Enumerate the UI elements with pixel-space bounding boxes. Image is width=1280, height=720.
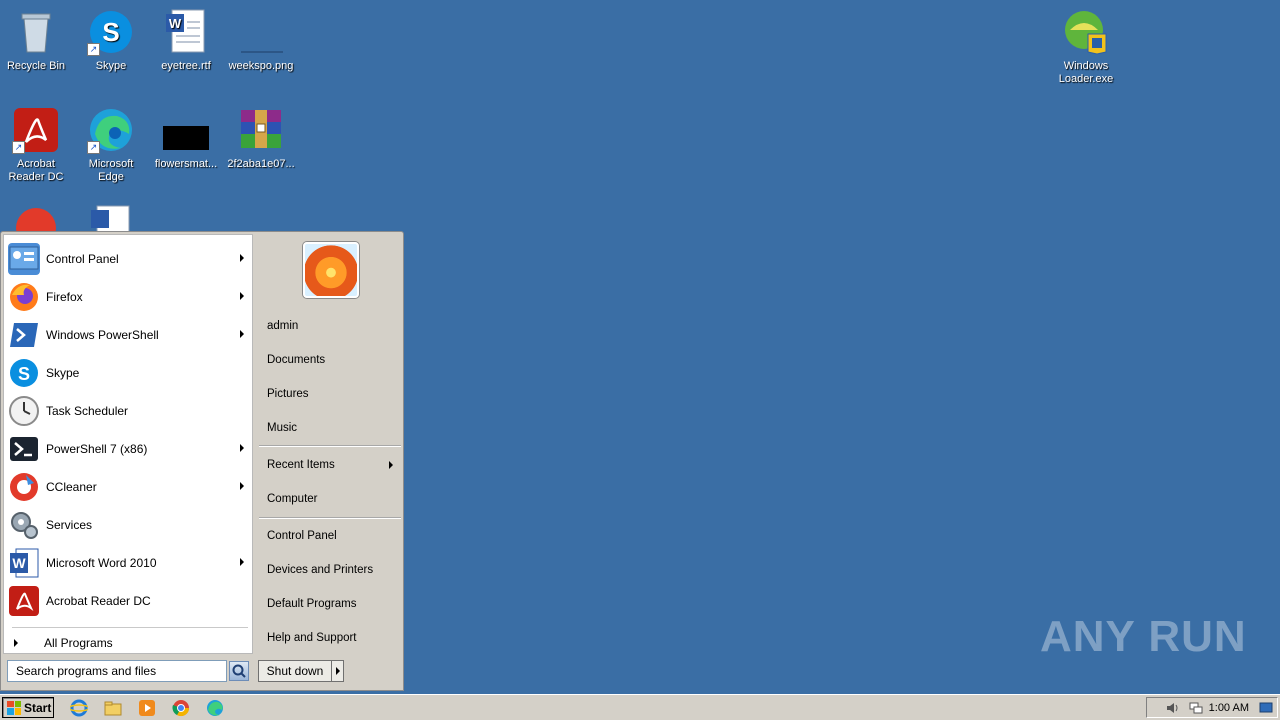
windows-logo-icon (7, 700, 21, 715)
edge-icon[interactable] (206, 699, 224, 717)
program-acrobat-reader[interactable]: Acrobat Reader DC (8, 583, 250, 619)
network-icon[interactable] (1189, 701, 1203, 718)
menu-item-pictures[interactable]: Pictures (267, 384, 397, 404)
menu-item-documents[interactable]: Documents (267, 350, 397, 370)
submenu-arrow-icon (240, 444, 244, 452)
image-thumbnail-icon (162, 106, 210, 154)
winrar-archive-icon (237, 106, 285, 154)
program-services[interactable]: Services (8, 507, 250, 543)
media-player-icon[interactable] (138, 699, 156, 717)
show-desktop-icon[interactable] (1259, 701, 1273, 718)
all-programs-link[interactable]: All Programs (14, 635, 113, 651)
clock[interactable]: 1:00 AM (1209, 702, 1249, 714)
submenu-arrow-icon (389, 461, 393, 469)
program-ccleaner[interactable]: CCleaner (8, 469, 250, 505)
taskbar: Start 1:00 AM (0, 694, 1280, 720)
desktop-icon-skype[interactable]: S ↗ Skype (75, 8, 147, 73)
control-panel-icon (8, 243, 40, 275)
firefox-icon (8, 281, 40, 313)
shortcut-arrow-icon: ↗ (12, 141, 25, 154)
svg-text:S: S (102, 17, 119, 47)
svg-text:W: W (12, 555, 26, 571)
submenu-arrow-icon (240, 558, 244, 566)
program-task-scheduler[interactable]: Task Scheduler (8, 393, 250, 429)
start-menu-places-pane: admin Documents Pictures Music Recent It… (255, 234, 403, 654)
submenu-arrow-icon (240, 254, 244, 262)
shutdown-options-arrow-icon[interactable] (336, 667, 340, 675)
menu-item-devices-printers[interactable]: Devices and Printers (267, 560, 397, 580)
desktop-icon-flowersmat[interactable]: flowersmat... (150, 106, 222, 171)
menu-item-computer[interactable]: Computer (267, 489, 397, 509)
image-file-icon (237, 8, 285, 56)
desktop-icon-edge[interactable]: ↗ Microsoft Edge (75, 106, 147, 184)
menu-item-default-programs[interactable]: Default Programs (267, 594, 397, 614)
desktop-icon-recycle-bin[interactable]: Recycle Bin (0, 8, 72, 73)
submenu-arrow-icon (240, 482, 244, 490)
gears-icon (8, 509, 40, 541)
menu-item-admin[interactable]: admin (267, 316, 397, 336)
user-picture-avatar[interactable] (303, 242, 359, 298)
start-menu-programs-pane: Control Panel Firefox Windows PowerShell… (3, 234, 253, 654)
svg-text:W: W (169, 16, 182, 31)
anyrun-watermark: ANY RUN (1040, 612, 1247, 661)
program-control-panel[interactable]: Control Panel (8, 241, 250, 277)
desktop-icon-windows-loader[interactable]: Windows Loader.exe (1050, 8, 1122, 86)
shutdown-button[interactable]: Shut down (258, 660, 344, 682)
program-skype[interactable]: S Skype (8, 355, 250, 391)
desktop-icon-weekspo[interactable]: weekspo.png (225, 8, 297, 73)
file-explorer-icon[interactable] (104, 699, 122, 717)
word-icon: W (8, 547, 40, 579)
search-icon (232, 664, 246, 678)
windows-loader-icon (1062, 8, 1110, 56)
ccleaner-icon (8, 471, 40, 503)
desktop-icon-eyetree[interactable]: W eyetree.rtf (150, 8, 222, 73)
program-microsoft-word[interactable]: W Microsoft Word 2010 (8, 545, 250, 581)
program-powershell-7[interactable]: PowerShell 7 (x86) (8, 431, 250, 467)
desktop-icon-acrobat[interactable]: ↗ Acrobat Reader DC (0, 106, 72, 184)
edge-icon: ↗ (87, 106, 135, 154)
desktop-icon-archive[interactable]: 2f2aba1e07... (225, 106, 297, 171)
start-menu: Control Panel Firefox Windows PowerShell… (0, 231, 404, 691)
shortcut-arrow-icon: ↗ (87, 43, 100, 56)
menu-item-recent-items[interactable]: Recent Items (267, 455, 397, 475)
svg-text:S: S (18, 364, 30, 384)
menu-item-control-panel[interactable]: Control Panel (267, 526, 397, 546)
program-windows-powershell[interactable]: Windows PowerShell (8, 317, 250, 353)
search-input[interactable]: Search programs and files (7, 660, 227, 682)
submenu-arrow-icon (240, 292, 244, 300)
submenu-arrow-icon (240, 330, 244, 338)
separator (12, 627, 248, 628)
program-firefox[interactable]: Firefox (8, 279, 250, 315)
chrome-icon[interactable] (172, 699, 190, 717)
skype-icon: S ↗ (87, 8, 135, 56)
powershell-icon (8, 319, 40, 351)
menu-item-help-support[interactable]: Help and Support (267, 628, 397, 648)
start-button[interactable]: Start (2, 697, 54, 718)
menu-item-music[interactable]: Music (267, 418, 397, 438)
expand-arrow-icon (14, 639, 18, 647)
clock-icon (8, 395, 40, 427)
acrobat-icon (8, 585, 40, 617)
skype-icon: S (8, 357, 40, 389)
separator (259, 517, 401, 519)
volume-icon[interactable] (1165, 701, 1179, 718)
acrobat-icon: ↗ (12, 106, 60, 154)
search-button[interactable] (229, 661, 249, 681)
separator (259, 445, 401, 447)
system-tray: 1:00 AM (1146, 697, 1278, 718)
recycle-bin-icon (12, 8, 60, 56)
shortcut-arrow-icon: ↗ (87, 141, 100, 154)
powershell7-icon (8, 433, 40, 465)
word-document-icon: W (162, 8, 210, 56)
internet-explorer-icon[interactable] (68, 699, 90, 717)
